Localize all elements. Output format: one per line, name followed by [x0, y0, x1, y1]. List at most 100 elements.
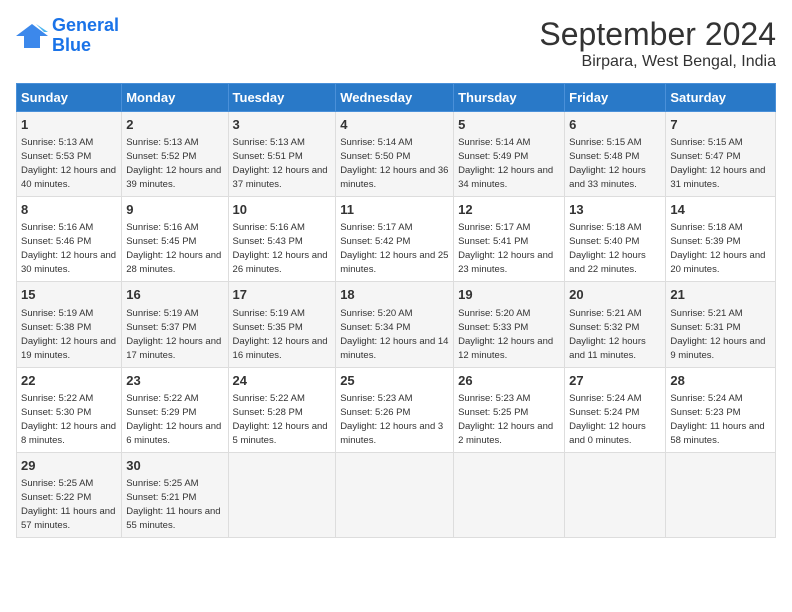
sunset-info: Sunset: 5:34 PM	[340, 322, 410, 333]
day-number: 30	[126, 457, 223, 475]
daylight-label: Daylight: 11 hours and 55 minutes.	[126, 506, 220, 531]
header-wednesday: Wednesday	[336, 84, 454, 112]
day-number: 15	[21, 286, 117, 304]
sunset-info: Sunset: 5:23 PM	[670, 407, 740, 418]
logo-text-line2: Blue	[52, 36, 119, 56]
day-number: 3	[233, 116, 332, 134]
calendar-cell: 28Sunrise: 5:24 AMSunset: 5:23 PMDayligh…	[666, 367, 776, 452]
sunrise-info: Sunrise: 5:22 AM	[233, 393, 305, 404]
sunrise-info: Sunrise: 5:18 AM	[670, 222, 742, 233]
header-monday: Monday	[122, 84, 228, 112]
day-number: 9	[126, 201, 223, 219]
sunset-info: Sunset: 5:42 PM	[340, 236, 410, 247]
daylight-label: Daylight: 12 hours and 3 minutes.	[340, 421, 443, 446]
daylight-label: Daylight: 12 hours and 31 minutes.	[670, 165, 765, 190]
calendar-cell	[454, 452, 565, 537]
day-number: 18	[340, 286, 449, 304]
sunrise-info: Sunrise: 5:24 AM	[569, 393, 641, 404]
calendar-cell: 14Sunrise: 5:18 AMSunset: 5:39 PMDayligh…	[666, 197, 776, 282]
sunset-info: Sunset: 5:35 PM	[233, 322, 303, 333]
daylight-label: Daylight: 12 hours and 8 minutes.	[21, 421, 116, 446]
page-header: General Blue September 2024 Birpara, Wes…	[16, 16, 776, 71]
daylight-label: Daylight: 12 hours and 34 minutes.	[458, 165, 553, 190]
daylight-label: Daylight: 12 hours and 2 minutes.	[458, 421, 553, 446]
header-tuesday: Tuesday	[228, 84, 336, 112]
day-number: 16	[126, 286, 223, 304]
daylight-label: Daylight: 12 hours and 16 minutes.	[233, 336, 328, 361]
daylight-label: Daylight: 11 hours and 57 minutes.	[21, 506, 115, 531]
calendar-cell: 29Sunrise: 5:25 AMSunset: 5:22 PMDayligh…	[17, 452, 122, 537]
sunset-info: Sunset: 5:50 PM	[340, 151, 410, 162]
sunset-info: Sunset: 5:53 PM	[21, 151, 91, 162]
day-number: 25	[340, 372, 449, 390]
daylight-label: Daylight: 12 hours and 5 minutes.	[233, 421, 328, 446]
calendar-cell: 6Sunrise: 5:15 AMSunset: 5:48 PMDaylight…	[565, 112, 666, 197]
sunrise-info: Sunrise: 5:21 AM	[569, 308, 641, 319]
sunrise-info: Sunrise: 5:21 AM	[670, 308, 742, 319]
daylight-label: Daylight: 12 hours and 39 minutes.	[126, 165, 221, 190]
day-number: 22	[21, 372, 117, 390]
calendar-cell: 27Sunrise: 5:24 AMSunset: 5:24 PMDayligh…	[565, 367, 666, 452]
daylight-label: Daylight: 12 hours and 36 minutes.	[340, 165, 448, 190]
daylight-label: Daylight: 12 hours and 26 minutes.	[233, 250, 328, 275]
day-number: 6	[569, 116, 661, 134]
day-number: 5	[458, 116, 560, 134]
sunrise-info: Sunrise: 5:14 AM	[340, 137, 412, 148]
calendar-table: SundayMondayTuesdayWednesdayThursdayFrid…	[16, 83, 776, 538]
daylight-label: Daylight: 11 hours and 58 minutes.	[670, 421, 764, 446]
sunset-info: Sunset: 5:33 PM	[458, 322, 528, 333]
calendar-cell: 16Sunrise: 5:19 AMSunset: 5:37 PMDayligh…	[122, 282, 228, 367]
sunset-info: Sunset: 5:51 PM	[233, 151, 303, 162]
sunset-info: Sunset: 5:22 PM	[21, 492, 91, 503]
sunrise-info: Sunrise: 5:23 AM	[458, 393, 530, 404]
calendar-cell: 26Sunrise: 5:23 AMSunset: 5:25 PMDayligh…	[454, 367, 565, 452]
sunset-info: Sunset: 5:40 PM	[569, 236, 639, 247]
calendar-cell: 11Sunrise: 5:17 AMSunset: 5:42 PMDayligh…	[336, 197, 454, 282]
sunrise-info: Sunrise: 5:17 AM	[458, 222, 530, 233]
day-number: 2	[126, 116, 223, 134]
calendar-cell: 19Sunrise: 5:20 AMSunset: 5:33 PMDayligh…	[454, 282, 565, 367]
main-title: September 2024	[539, 16, 776, 53]
day-number: 26	[458, 372, 560, 390]
sunset-info: Sunset: 5:32 PM	[569, 322, 639, 333]
daylight-label: Daylight: 12 hours and 12 minutes.	[458, 336, 553, 361]
sunset-info: Sunset: 5:47 PM	[670, 151, 740, 162]
daylight-label: Daylight: 12 hours and 9 minutes.	[670, 336, 765, 361]
sunrise-info: Sunrise: 5:20 AM	[340, 308, 412, 319]
day-number: 12	[458, 201, 560, 219]
sunrise-info: Sunrise: 5:16 AM	[233, 222, 305, 233]
sunrise-info: Sunrise: 5:24 AM	[670, 393, 742, 404]
title-area: September 2024 Birpara, West Bengal, Ind…	[539, 16, 776, 71]
subtitle: Birpara, West Bengal, India	[539, 53, 776, 71]
daylight-label: Daylight: 12 hours and 37 minutes.	[233, 165, 328, 190]
calendar-cell: 30Sunrise: 5:25 AMSunset: 5:21 PMDayligh…	[122, 452, 228, 537]
sunset-info: Sunset: 5:39 PM	[670, 236, 740, 247]
week-row-5: 29Sunrise: 5:25 AMSunset: 5:22 PMDayligh…	[17, 452, 776, 537]
logo: General Blue	[16, 16, 119, 56]
daylight-label: Daylight: 12 hours and 33 minutes.	[569, 165, 646, 190]
daylight-label: Daylight: 12 hours and 0 minutes.	[569, 421, 646, 446]
calendar-cell: 24Sunrise: 5:22 AMSunset: 5:28 PMDayligh…	[228, 367, 336, 452]
sunset-info: Sunset: 5:28 PM	[233, 407, 303, 418]
calendar-cell: 15Sunrise: 5:19 AMSunset: 5:38 PMDayligh…	[17, 282, 122, 367]
calendar-cell: 4Sunrise: 5:14 AMSunset: 5:50 PMDaylight…	[336, 112, 454, 197]
daylight-label: Daylight: 12 hours and 28 minutes.	[126, 250, 221, 275]
calendar-cell: 22Sunrise: 5:22 AMSunset: 5:30 PMDayligh…	[17, 367, 122, 452]
calendar-cell: 25Sunrise: 5:23 AMSunset: 5:26 PMDayligh…	[336, 367, 454, 452]
sunset-info: Sunset: 5:38 PM	[21, 322, 91, 333]
calendar-cell: 9Sunrise: 5:16 AMSunset: 5:45 PMDaylight…	[122, 197, 228, 282]
calendar-cell	[666, 452, 776, 537]
sunrise-info: Sunrise: 5:15 AM	[670, 137, 742, 148]
sunrise-info: Sunrise: 5:23 AM	[340, 393, 412, 404]
sunset-info: Sunset: 5:45 PM	[126, 236, 196, 247]
calendar-cell: 7Sunrise: 5:15 AMSunset: 5:47 PMDaylight…	[666, 112, 776, 197]
sunrise-info: Sunrise: 5:16 AM	[21, 222, 93, 233]
sunrise-info: Sunrise: 5:19 AM	[21, 308, 93, 319]
daylight-label: Daylight: 12 hours and 20 minutes.	[670, 250, 765, 275]
header-sunday: Sunday	[17, 84, 122, 112]
calendar-cell: 5Sunrise: 5:14 AMSunset: 5:49 PMDaylight…	[454, 112, 565, 197]
day-number: 21	[670, 286, 771, 304]
header-saturday: Saturday	[666, 84, 776, 112]
sunset-info: Sunset: 5:49 PM	[458, 151, 528, 162]
calendar-cell: 23Sunrise: 5:22 AMSunset: 5:29 PMDayligh…	[122, 367, 228, 452]
